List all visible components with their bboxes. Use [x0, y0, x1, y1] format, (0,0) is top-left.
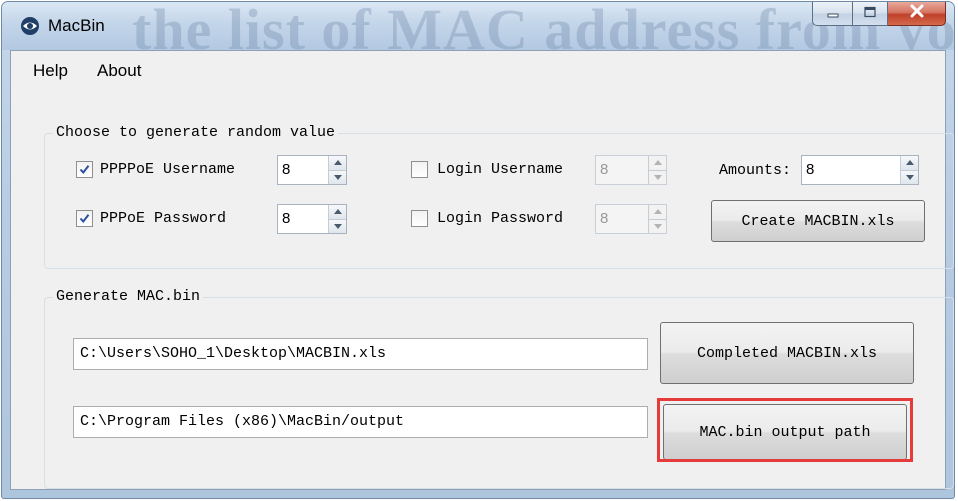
- maximize-icon: [863, 5, 877, 23]
- amounts-value: 8: [806, 161, 815, 178]
- login-username-stepper[interactable]: 8: [595, 155, 667, 185]
- random-value-legend: Choose to generate random value: [53, 124, 339, 141]
- title-bar[interactable]: the list of MAC address from your MacBin: [2, 2, 954, 62]
- completed-macbin-button[interactable]: Completed MACBIN.xls: [660, 322, 914, 384]
- red-highlight-box: [657, 398, 913, 462]
- amounts-label: Amounts:: [719, 162, 792, 179]
- spin-down-icon: [649, 170, 666, 184]
- generate-macbin-group: Generate MAC.bin C:\Users\SOHO_1\Desktop…: [44, 288, 954, 489]
- spin-up-icon[interactable]: [901, 156, 918, 171]
- spin-down-icon: [649, 219, 666, 233]
- pppoe-username-stepper[interactable]: 8: [277, 155, 347, 185]
- macbin-window: the list of MAC address from your MacBin: [1, 1, 955, 499]
- caption-buttons: [812, 2, 946, 28]
- login-password-checkbox[interactable]: [411, 210, 428, 227]
- output-path-field[interactable]: C:\Program Files (x86)\MacBin/output: [73, 406, 648, 438]
- spin-down-icon[interactable]: [329, 219, 346, 233]
- pppoe-password-label: PPPoE Password: [100, 210, 227, 227]
- menu-help[interactable]: Help: [33, 61, 68, 81]
- pppoe-username-value: 8: [282, 161, 291, 178]
- login-password-stepper[interactable]: 8: [595, 204, 667, 234]
- create-macbin-button[interactable]: Create MACBIN.xls: [711, 200, 925, 242]
- client-area: Help About Choose to generate random val…: [10, 50, 954, 490]
- spin-down-icon[interactable]: [901, 170, 918, 184]
- amounts-stepper[interactable]: 8: [801, 155, 919, 185]
- checkmark-icon: [79, 214, 90, 224]
- pppoe-password-stepper[interactable]: 8: [277, 204, 347, 234]
- spin-down-icon[interactable]: [329, 170, 346, 184]
- login-password-value: 8: [600, 210, 609, 227]
- xls-path-field[interactable]: C:\Users\SOHO_1\Desktop\MACBIN.xls: [73, 338, 648, 370]
- generate-macbin-legend: Generate MAC.bin: [53, 288, 204, 305]
- pppoe-password-checkbox[interactable]: [76, 210, 93, 227]
- app-eye-icon: [20, 16, 40, 36]
- spin-up-icon[interactable]: [329, 156, 346, 171]
- login-username-label: Login Username: [437, 161, 564, 178]
- close-icon: [909, 4, 925, 23]
- random-value-group: Choose to generate random value PPPPoE U…: [44, 124, 954, 269]
- close-button[interactable]: [888, 2, 946, 26]
- minimize-icon: [826, 5, 840, 23]
- spin-up-icon: [649, 205, 666, 220]
- menu-about[interactable]: About: [97, 61, 141, 81]
- login-username-value: 8: [600, 161, 609, 178]
- spin-up-icon[interactable]: [329, 205, 346, 220]
- menu-bar: Help About: [11, 51, 945, 83]
- pppoe-username-label: PPPPoE Username: [100, 161, 236, 178]
- pppoe-password-value: 8: [282, 210, 291, 227]
- login-password-label: Login Password: [437, 210, 564, 227]
- minimize-button[interactable]: [812, 2, 852, 26]
- maximize-button[interactable]: [852, 2, 888, 26]
- spin-up-icon: [649, 156, 666, 171]
- window-title: MacBin: [48, 16, 105, 35]
- pppoe-username-checkbox[interactable]: [76, 161, 93, 178]
- checkmark-icon: [79, 165, 90, 175]
- login-username-checkbox[interactable]: [411, 161, 428, 178]
